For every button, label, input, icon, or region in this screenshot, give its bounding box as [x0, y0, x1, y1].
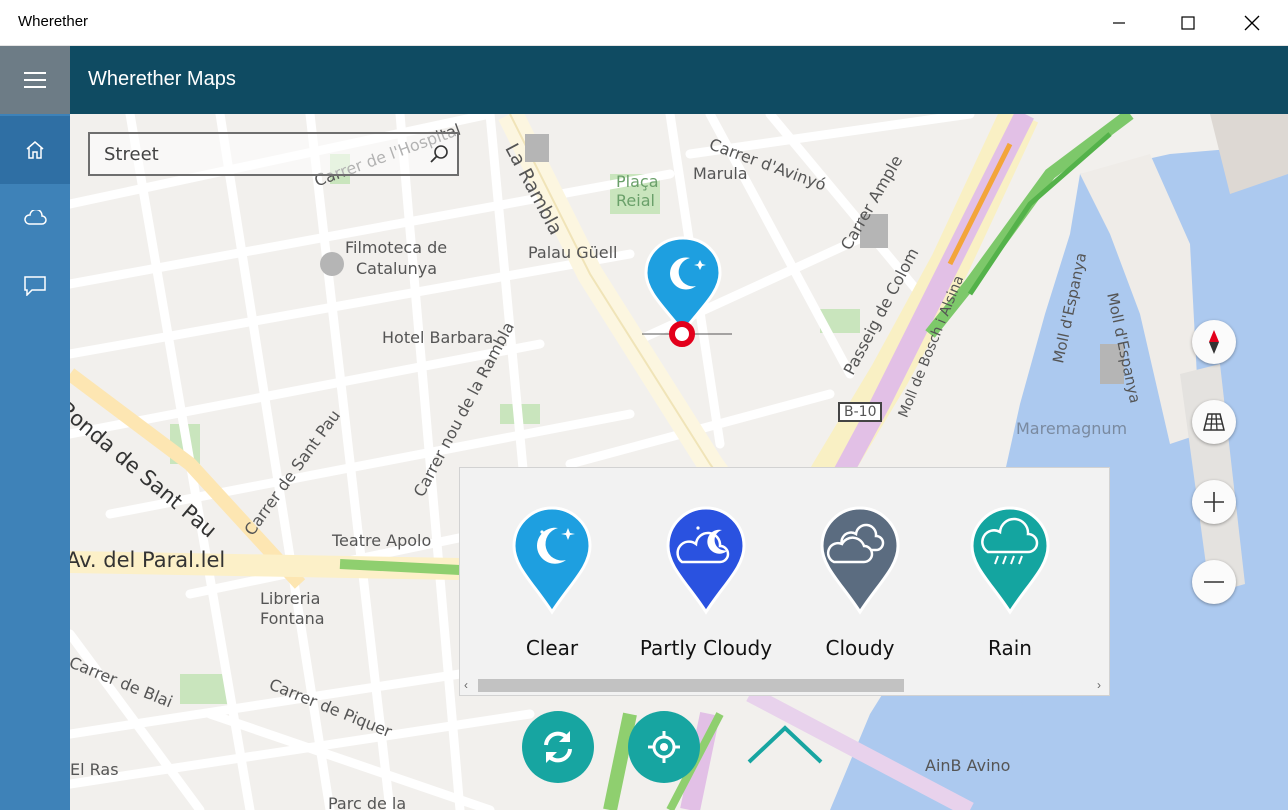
scrollbar-thumb[interactable]	[478, 679, 904, 692]
map-label: Hotel Barbara	[382, 328, 494, 347]
weather-option-clear[interactable]: Clear	[472, 506, 632, 666]
window-title: Wherether	[18, 13, 89, 30]
search-icon[interactable]	[429, 144, 449, 169]
home-icon	[26, 141, 44, 159]
close-icon	[1244, 15, 1260, 31]
map-label: Parc de la	[328, 794, 407, 810]
street-search-input[interactable]	[104, 142, 404, 166]
app-title: Wherether Maps	[88, 68, 236, 90]
scroll-left-icon[interactable]: ‹	[464, 678, 468, 692]
compass-icon	[1209, 330, 1219, 354]
cloud-icon	[24, 210, 47, 225]
window-title-bar: Wherether	[0, 0, 1288, 46]
minus-icon	[1204, 581, 1224, 583]
cloud-moon-icon	[666, 506, 746, 615]
map-label: Fontana	[260, 609, 325, 628]
nav-home-button[interactable]	[0, 116, 70, 184]
map-label: AinB Avino	[925, 756, 1011, 775]
minimize-button[interactable]	[1096, 0, 1142, 46]
map-label: Libreria	[260, 589, 321, 608]
chat-icon	[24, 276, 46, 296]
map-label: Marula	[693, 164, 748, 183]
app-header: Wherether Maps	[0, 46, 1288, 114]
selected-location-marker[interactable]	[636, 234, 736, 354]
moon-stars-icon	[512, 506, 592, 615]
weather-option-cloudy[interactable]: Cloudy	[780, 506, 940, 666]
map-label: Plaça Reial	[616, 172, 659, 210]
scroll-right-icon[interactable]: ›	[1097, 678, 1101, 692]
map-label: Teatre Apolo	[332, 531, 432, 550]
close-button[interactable]	[1229, 0, 1275, 46]
nav-feedback-button[interactable]	[0, 252, 70, 320]
zoom-in-button[interactable]	[1192, 480, 1236, 524]
map-view[interactable]: Carrer de l'Hospital La Rambla Carrer d'…	[70, 114, 1288, 810]
street-search-box[interactable]	[88, 132, 459, 176]
weather-option-label: Rain	[988, 636, 1032, 660]
weather-option-partly-cloudy[interactable]: Partly Cloudy	[626, 506, 786, 666]
minimize-icon	[1113, 22, 1125, 24]
refresh-button[interactable]	[522, 711, 594, 783]
weather-option-label: Partly Cloudy	[639, 636, 773, 660]
weather-option-label: Clear	[525, 636, 579, 660]
plus-icon	[1204, 492, 1224, 512]
map-label: B-10	[838, 402, 883, 422]
my-location-button[interactable]	[628, 711, 700, 783]
map-label: Maremagnum	[1016, 419, 1128, 438]
maximize-icon	[1181, 16, 1195, 30]
weather-picker-panel: Clear Partly Cloudy Cloudy Rain ‹ ›	[459, 467, 1110, 696]
horizontal-scrollbar[interactable]: ‹ ›	[460, 676, 1109, 695]
map-label: Palau Güell	[528, 243, 618, 262]
collapse-panel-button[interactable]	[745, 722, 825, 771]
rain-cloud-icon	[970, 506, 1050, 615]
zoom-out-button[interactable]	[1192, 560, 1236, 604]
cloud-icon	[820, 506, 900, 615]
map-label: El Ras	[70, 760, 119, 779]
chevron-up-icon	[747, 725, 823, 764]
map-label: Filmoteca de	[345, 238, 448, 257]
map-label: Av. del Paral.lel	[70, 548, 226, 572]
weather-option-label: Cloudy	[825, 636, 895, 660]
map-style-button[interactable]	[1192, 400, 1236, 444]
map-grid-icon	[1203, 413, 1225, 431]
compass-button[interactable]	[1192, 320, 1236, 364]
hamburger-icon	[24, 72, 46, 88]
nav-rail	[0, 114, 70, 810]
nav-weather-button[interactable]	[0, 184, 70, 252]
crosshair-icon	[648, 731, 680, 763]
hamburger-menu-button[interactable]	[0, 46, 70, 114]
map-label: Catalunya	[356, 259, 438, 278]
map-base-layer	[70, 114, 1288, 810]
weather-option-rain[interactable]: Rain	[930, 506, 1090, 666]
maximize-button[interactable]	[1165, 0, 1211, 46]
refresh-icon	[544, 731, 572, 763]
